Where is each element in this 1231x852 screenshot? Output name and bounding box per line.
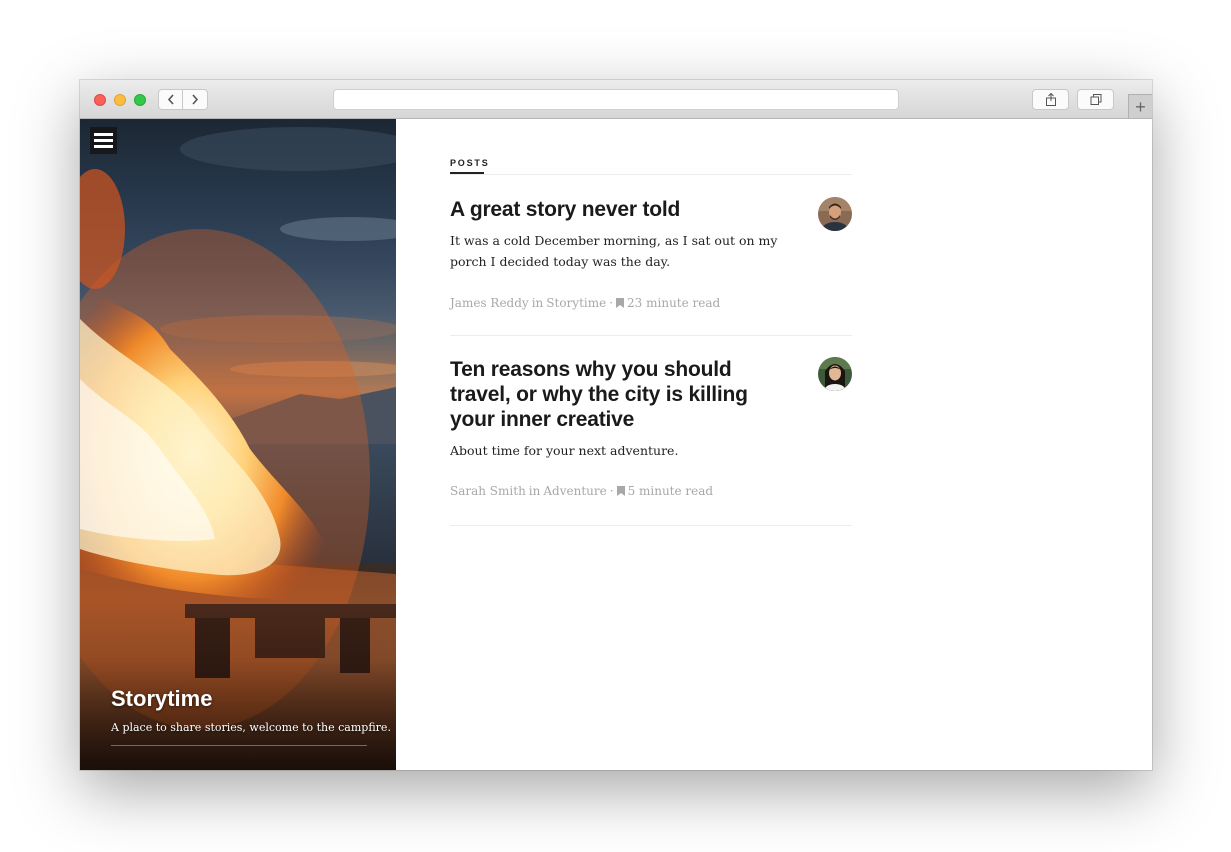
hamburger-menu-icon: [94, 133, 113, 136]
avatar-image: [818, 357, 852, 391]
address-bar[interactable]: [333, 89, 899, 110]
blog-cover: Storytime A place to share stories, welc…: [80, 119, 396, 770]
meta-separator: ·: [609, 296, 614, 310]
post-tag[interactable]: Adventure: [543, 484, 606, 498]
plus-icon: +: [1135, 96, 1146, 117]
browser-window: + Storytime A place to share stories, we…: [80, 80, 1152, 770]
tabs-overview-icon: [1090, 94, 1101, 105]
blog-title[interactable]: Storytime: [111, 686, 212, 712]
chevron-left-icon: [167, 94, 174, 105]
bookmark-icon: [616, 486, 625, 496]
blog-description: A place to share stories, welcome to the…: [111, 721, 391, 734]
post-author[interactable]: James Reddy: [450, 296, 529, 310]
post-meta: Sarah Smith in Adventure · 5 minute read: [450, 484, 713, 498]
author-avatar[interactable]: [818, 357, 852, 391]
post-meta: James Reddy in Storytime · 23 minute rea…: [450, 296, 720, 310]
author-avatar[interactable]: [818, 197, 852, 231]
page-content: Storytime A place to share stories, welc…: [80, 119, 1152, 770]
post-excerpt[interactable]: About time for your next adventure.: [450, 440, 790, 461]
post-tag[interactable]: Storytime: [546, 296, 606, 310]
forward-button[interactable]: [183, 89, 208, 110]
post-card: A great story never told It was a cold D…: [450, 197, 852, 337]
minimize-window-button[interactable]: [114, 94, 126, 106]
avatar-image: [818, 197, 852, 231]
close-window-button[interactable]: [94, 94, 106, 106]
post-in: in: [531, 296, 544, 310]
post-read-time: 23 minute read: [627, 296, 721, 310]
maximize-window-button[interactable]: [134, 94, 146, 106]
share-icon: [1045, 93, 1056, 106]
post-author[interactable]: Sarah Smith: [450, 484, 526, 498]
campfire-cover-image: [80, 127, 396, 770]
post-read-time: 5 minute read: [627, 484, 714, 498]
post-divider: [450, 525, 852, 526]
tabs-overview-button[interactable]: [1077, 89, 1114, 110]
section-heading: POSTS: [450, 158, 490, 168]
menu-button[interactable]: [90, 127, 117, 154]
post-in: in: [528, 484, 541, 498]
post-divider: [450, 335, 852, 336]
share-button[interactable]: [1032, 89, 1069, 110]
back-button[interactable]: [158, 89, 183, 110]
section-divider: [450, 174, 852, 175]
post-title[interactable]: A great story never told: [450, 197, 770, 222]
new-tab-button[interactable]: +: [1128, 94, 1152, 118]
meta-separator: ·: [609, 484, 614, 498]
browser-toolbar: +: [80, 80, 1152, 119]
cover-divider: [111, 745, 367, 746]
post-excerpt[interactable]: It was a cold December morning, as I sat…: [450, 230, 790, 272]
bookmark-icon: [616, 298, 625, 308]
chevron-right-icon: [192, 94, 199, 105]
post-card: Ten reasons why you should travel, or wh…: [450, 357, 852, 527]
post-title[interactable]: Ten reasons why you should travel, or wh…: [450, 357, 770, 432]
